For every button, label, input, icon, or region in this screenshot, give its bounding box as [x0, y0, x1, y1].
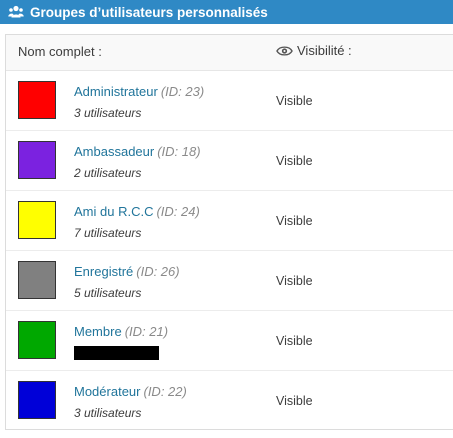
- group-color-swatch: [18, 201, 56, 239]
- column-header-name: Nom complet :: [18, 44, 102, 59]
- group-visibility: Visible: [276, 394, 313, 408]
- group-name[interactable]: Modérateur: [74, 384, 140, 399]
- user-groups-table: Nom complet : Visibilité : Administrateu…: [5, 34, 453, 430]
- redacted-user-count: [74, 346, 159, 360]
- group-name[interactable]: Enregistré: [74, 264, 133, 279]
- group-id: (ID: 21): [124, 324, 169, 339]
- group-id: (ID: 26): [136, 264, 180, 279]
- section-header: Groupes d’utilisateurs personnalisés: [0, 0, 453, 24]
- eye-icon: [276, 45, 293, 56]
- group-color-swatch: [18, 381, 56, 419]
- group-visibility: Visible: [276, 154, 313, 168]
- group-user-count: 3 utilisateurs: [74, 106, 142, 120]
- group-visibility: Visible: [276, 334, 313, 348]
- group-visibility: Visible: [276, 94, 313, 108]
- group-id: (ID: 24): [156, 204, 200, 219]
- group-color-swatch: [18, 261, 56, 299]
- group-name[interactable]: Membre: [74, 324, 122, 339]
- group-user-count: 7 utilisateurs: [74, 226, 142, 240]
- group-name[interactable]: Ami du R.C.C: [74, 204, 153, 219]
- group-visibility: Visible: [276, 214, 313, 228]
- table-row: Membre (ID: 21) Visible: [6, 311, 453, 371]
- group-user-count: 3 utilisateurs: [74, 406, 142, 420]
- group-name-link[interactable]: Modérateur (ID: 22): [74, 384, 187, 399]
- section-title: Groupes d’utilisateurs personnalisés: [30, 4, 268, 20]
- group-color-swatch: [18, 141, 56, 179]
- group-name-link[interactable]: Membre (ID: 21): [74, 324, 168, 339]
- table-row: Enregistré (ID: 26) 5 utilisateurs Visibl…: [6, 251, 453, 311]
- table-row: Ambassadeur (ID: 18) 2 utilisateurs Visib…: [6, 131, 453, 191]
- group-user-count: 2 utilisateurs: [74, 166, 142, 180]
- group-name-link[interactable]: Enregistré (ID: 26): [74, 264, 180, 279]
- group-name-link[interactable]: Ami du R.C.C (ID: 24): [74, 204, 200, 219]
- group-name[interactable]: Ambassadeur: [74, 144, 154, 159]
- group-color-swatch: [18, 321, 56, 359]
- group-color-swatch: [18, 81, 56, 119]
- column-header-visibility: Visibilité :: [276, 43, 352, 58]
- group-user-count: 5 utilisateurs: [74, 286, 142, 300]
- group-id: (ID: 23): [160, 84, 205, 99]
- group-name-link[interactable]: Ambassadeur (ID: 18): [74, 144, 201, 159]
- table-row: Modérateur (ID: 22) 3 utilisateurs Visibl…: [6, 371, 453, 431]
- users-icon: [8, 5, 24, 18]
- table-header: Nom complet : Visibilité :: [6, 35, 453, 71]
- group-id: (ID: 18): [157, 144, 201, 159]
- group-name-link[interactable]: Administrateur (ID: 23): [74, 84, 204, 99]
- table-row: Ami du R.C.C (ID: 24) 7 utilisateurs Visi…: [6, 191, 453, 251]
- group-visibility: Visible: [276, 274, 313, 288]
- group-name[interactable]: Administrateur: [74, 84, 158, 99]
- table-row: Administrateur (ID: 23) 3 utilisateurs Vi…: [6, 71, 453, 131]
- group-id: (ID: 22): [143, 384, 187, 399]
- column-header-visibility-label: Visibilité :: [297, 43, 352, 58]
